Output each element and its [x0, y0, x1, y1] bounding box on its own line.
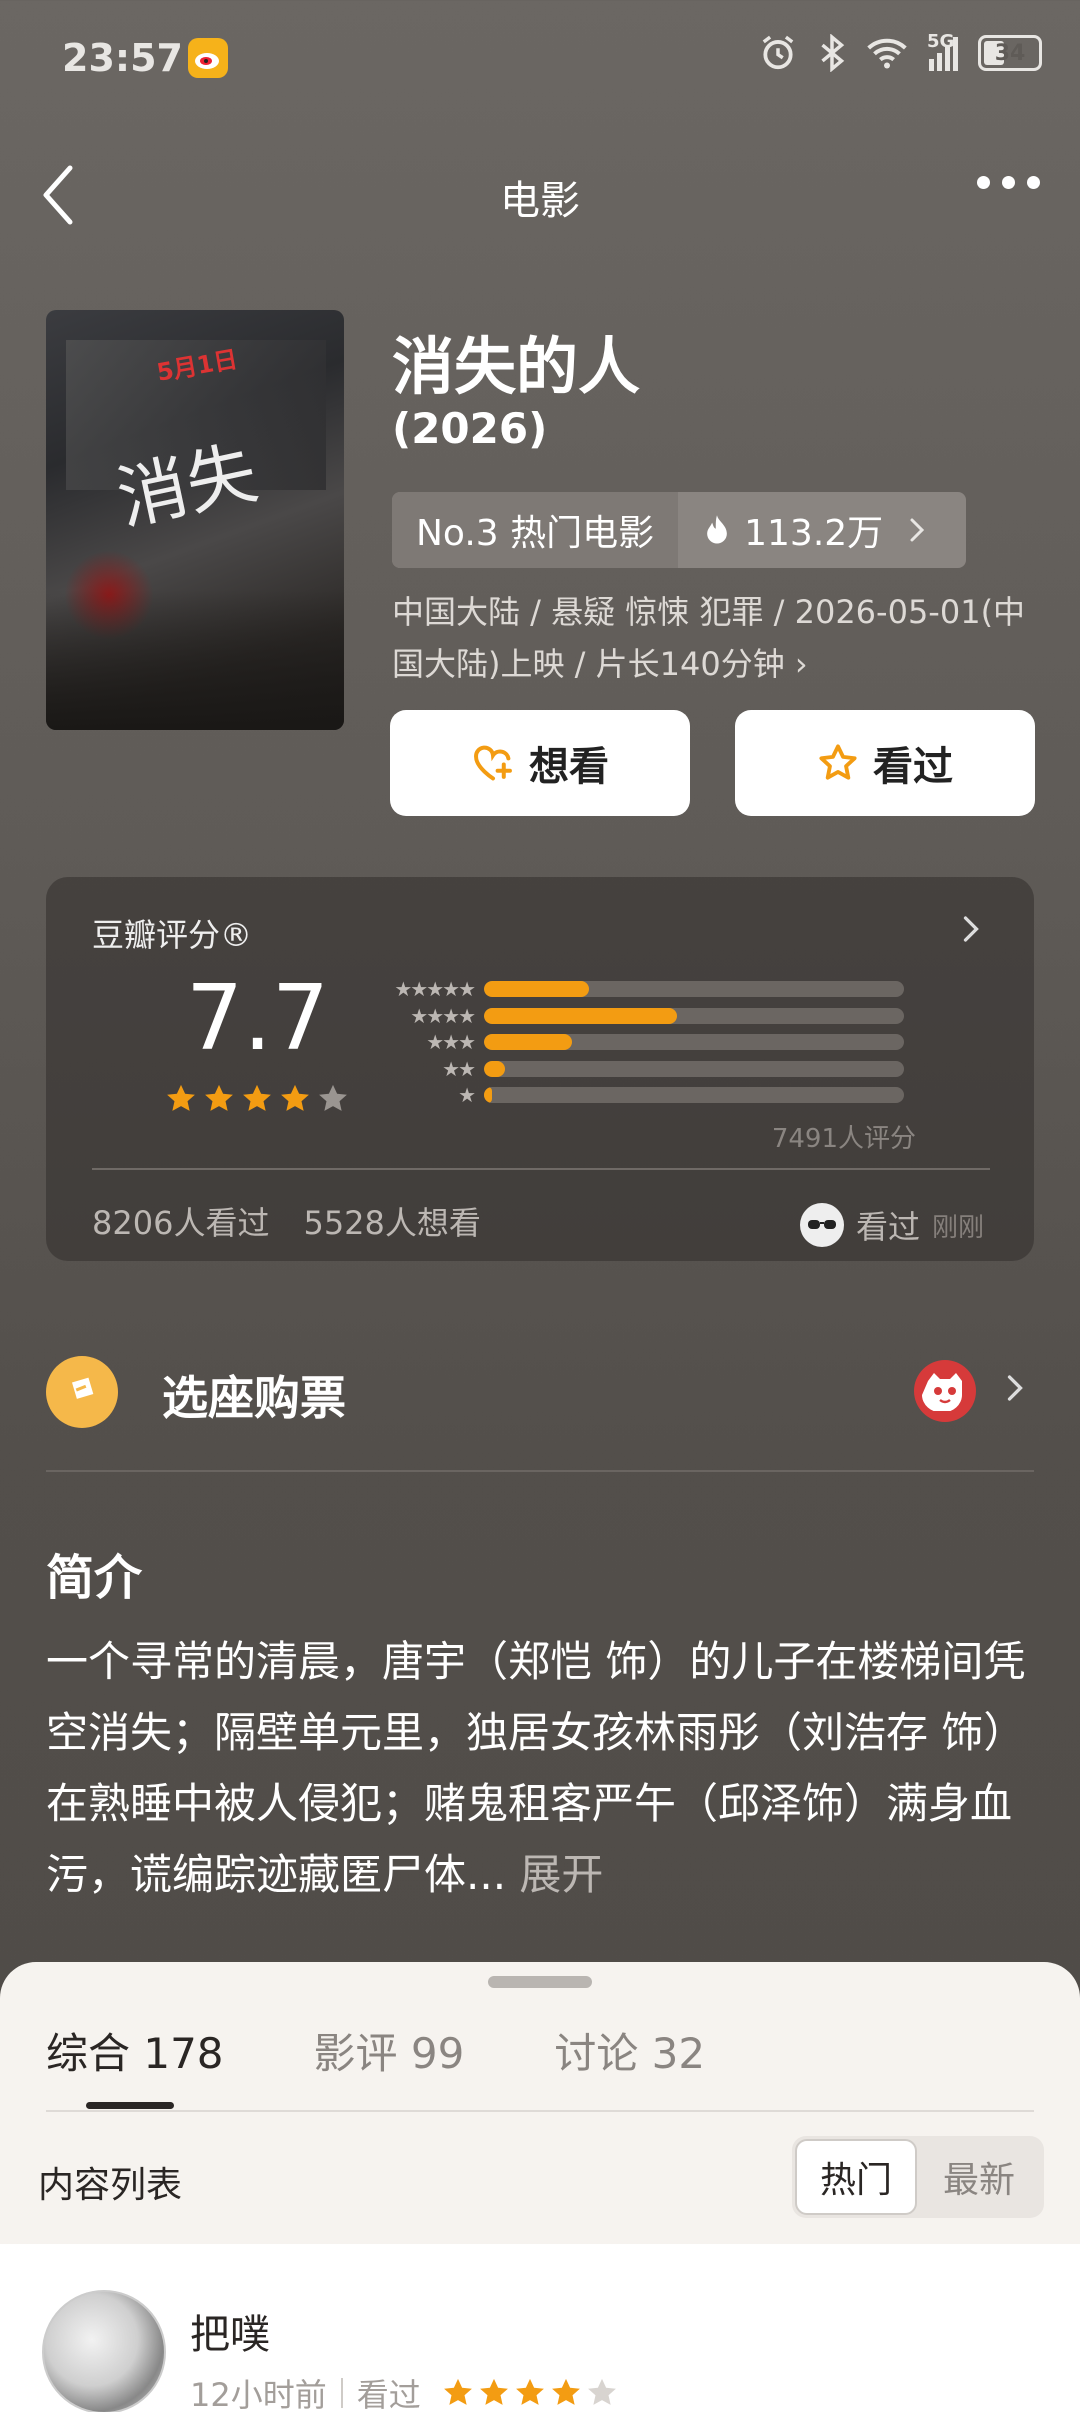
movie-year: (2026) [392, 404, 548, 453]
rank-bar[interactable]: No.3 热门电影 113.2万 [392, 492, 966, 568]
flame-icon [707, 515, 727, 544]
rating-bar-stars: ★ [458, 1083, 476, 1108]
my-status-label: 看过 [856, 1208, 921, 1246]
drag-handle[interactable] [488, 1976, 592, 1988]
rating-bar-stars: ★★★★ [410, 1003, 476, 1028]
cellular-label: 5G [927, 31, 955, 52]
rank-label[interactable]: No.3 热门电影 [392, 492, 679, 568]
more-button[interactable] [977, 176, 1040, 189]
chevron-right-icon[interactable] [960, 912, 982, 946]
rating-bar-track [484, 1007, 904, 1024]
weibo-icon [188, 38, 228, 78]
heat-chip[interactable]: 113.2万 [678, 492, 966, 568]
expand-link[interactable]: 展开 [506, 1850, 603, 1899]
star-icon [319, 1084, 347, 1111]
more-icon [977, 176, 990, 189]
ticket-label[interactable]: 选座购票 [162, 1362, 346, 1428]
wish-count: 5528人想看 [303, 1204, 481, 1242]
post-username[interactable]: 把噗 [190, 2302, 270, 2360]
tab-reviews[interactable]: 影评 99 [314, 2020, 465, 2081]
star-icon [551, 2378, 580, 2405]
star-icon [515, 2378, 544, 2405]
sort-new-button[interactable]: 最新 [917, 2151, 1041, 2203]
rating-bar-track [484, 981, 904, 998]
rating-bar-stars: ★★★ [426, 1030, 476, 1055]
list-title: 内容列表 [38, 2165, 183, 2206]
content-tabs: 综合 178 影评 99 讨论 32 [46, 2020, 705, 2081]
star-icon [281, 1084, 309, 1111]
sunglasses-icon [808, 1220, 836, 1229]
star-icon [167, 1084, 195, 1111]
wifi-icon [867, 38, 907, 69]
divider [46, 2110, 1034, 2112]
status-time: 23:57 [62, 36, 183, 80]
rating-bar-fill [484, 1034, 573, 1051]
page-title: 电影 [500, 178, 580, 224]
star-icon [205, 1084, 233, 1111]
intro-heading: 简介 [46, 1550, 143, 1606]
rating-bar-row: ★★★ [376, 1029, 916, 1056]
tab-discussions[interactable]: 讨论 32 [554, 2020, 705, 2081]
want-button[interactable]: 想看 [390, 710, 690, 816]
heart-plus-icon [474, 745, 512, 781]
rating-label: 豆瓣评分® [92, 916, 253, 954]
tab-indicator [86, 2102, 174, 2109]
movie-meta[interactable]: 中国大陆 / 悬疑 惊悚 犯罪 / 2026-05-01(中国大陆)上映 / 片… [392, 586, 1032, 690]
heat-value: 113.2万 [744, 513, 884, 554]
star-outline-icon [819, 744, 857, 780]
movie-poster[interactable]: 5月1日 消失 [46, 310, 344, 730]
rating-bar-fill [484, 1007, 678, 1024]
ticket-icon[interactable] [46, 1356, 118, 1428]
rating-bar-stars: ★★★★★ [394, 977, 476, 1002]
chevron-right-icon [910, 518, 925, 542]
cellular-icon: 5G [927, 31, 958, 71]
rating-bar-row: ★★★★★ [376, 976, 916, 1003]
star-icon [243, 1084, 271, 1111]
star-icon [479, 2378, 508, 2405]
post-time: 12小时前 [190, 2376, 327, 2412]
my-status[interactable]: 看过 刚刚 [800, 1202, 984, 1248]
rating-bar-fill [484, 1087, 493, 1104]
rating-bar-track [484, 1034, 904, 1051]
star-icon [587, 2378, 616, 2405]
rating-bar-fill [484, 981, 589, 998]
rating-bar-row: ★★★★ [376, 1003, 916, 1030]
battery-icon: 34 [978, 35, 1042, 71]
rater-count: 7491人评分 [771, 1124, 916, 1154]
post-status: 看过 [356, 2376, 421, 2412]
alarm-icon [762, 35, 794, 70]
want-label: 想看 [529, 744, 609, 790]
sort-toggle: 热门 最新 [792, 2136, 1044, 2218]
seen-label: 看过 [873, 744, 953, 790]
rating-bar-track [484, 1087, 904, 1104]
star-icon [443, 2378, 472, 2405]
rating-bar-fill [484, 1060, 505, 1077]
movie-title: 消失的人 [392, 330, 641, 403]
rating-score: 7.7 [186, 966, 330, 1071]
avatar[interactable] [42, 2290, 166, 2412]
rating-bar-track [484, 1060, 904, 1077]
tab-all[interactable]: 综合 178 [46, 2020, 224, 2081]
status-icons: 5G 34 [759, 31, 1042, 72]
post-stars [441, 2376, 619, 2410]
chevron-right-icon[interactable] [1004, 1366, 1026, 1410]
avatar [800, 1203, 844, 1247]
rating-distribution: ★★★★★ ★★★★ ★★★ ★★ ★ [376, 976, 916, 1109]
divider [92, 1168, 990, 1170]
sort-hot-button[interactable]: 热门 [795, 2139, 917, 2215]
intro-text[interactable]: 一个寻常的清晨，唐宇（郑恺 饰）的儿子在楼梯间凭空消失；隔壁单元里，独居女孩林雨… [46, 1626, 1046, 1910]
watch-stats: 8206人看过 5528人想看 [92, 1198, 481, 1244]
watched-count: 8206人看过 [92, 1204, 270, 1242]
my-status-time: 刚刚 [932, 1212, 985, 1243]
cat-logo-icon[interactable] [914, 1360, 976, 1422]
rating-bar-row: ★★ [376, 1056, 916, 1083]
rating-bar-stars: ★★ [442, 1056, 476, 1081]
divider [46, 1470, 1034, 1472]
seen-button[interactable]: 看过 [735, 710, 1035, 816]
rating-bar-row: ★ [376, 1082, 916, 1109]
bluetooth-icon [821, 34, 845, 72]
battery-level: 34 [994, 40, 1026, 66]
rating-stars [164, 1082, 350, 1116]
post-meta: 12小时前 看过 [190, 2370, 619, 2412]
